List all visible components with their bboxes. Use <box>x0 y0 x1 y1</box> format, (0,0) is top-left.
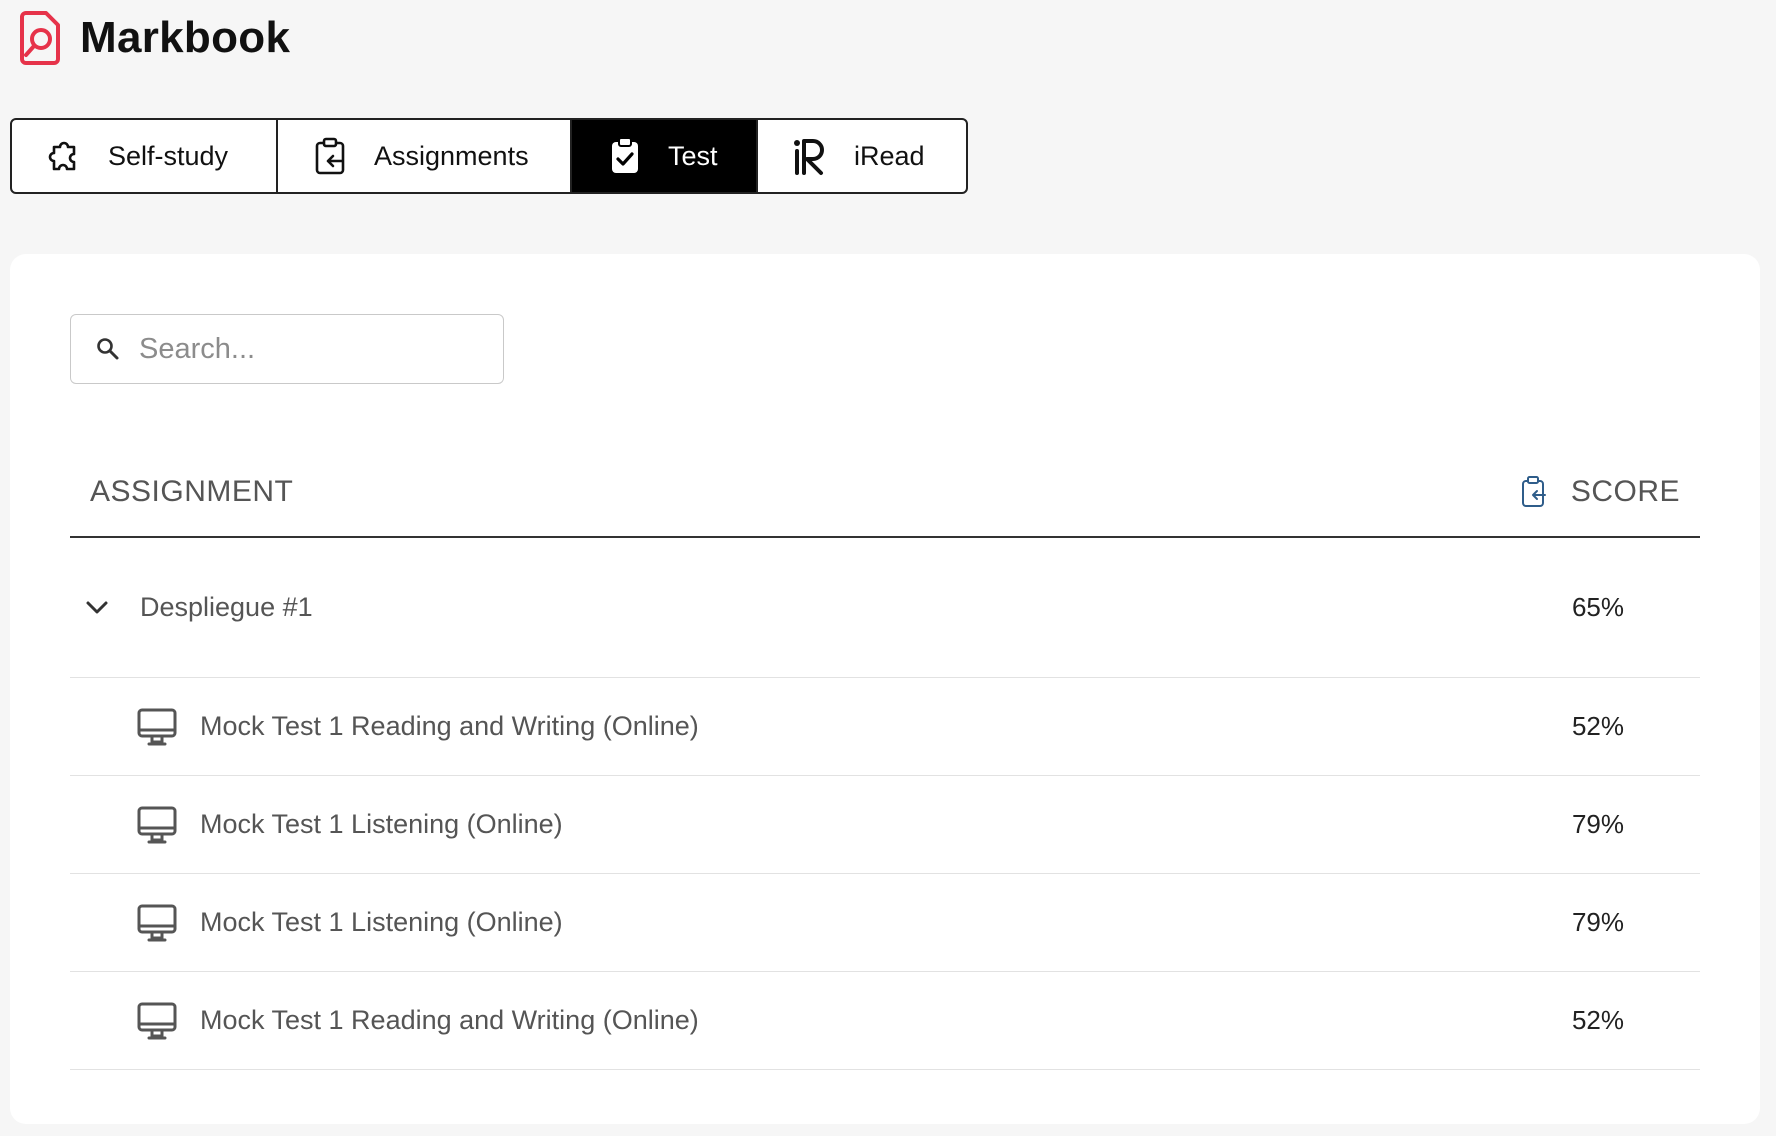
monitor-icon <box>137 904 177 941</box>
table-row[interactable]: Mock Test 1 Listening (Online) 79% <box>70 874 1700 972</box>
clipboard-check-icon <box>612 137 638 173</box>
tab-assignments[interactable]: Assignments <box>278 120 572 192</box>
tab-self-study[interactable]: Self-study <box>12 120 278 192</box>
assignment-score: 52% <box>1571 1005 1624 1035</box>
results-table: ASSIGNMENT SCORE Despliegue #1 65% Mock … <box>70 448 1700 1070</box>
tab-iread[interactable]: iRead <box>758 120 966 192</box>
table-row[interactable]: Mock Test 1 Listening (Online) 79% <box>70 776 1700 874</box>
monitor-icon <box>137 806 177 843</box>
table-row[interactable]: Mock Test 1 Reading and Writing (Online)… <box>70 678 1700 776</box>
table-header: ASSIGNMENT SCORE <box>70 448 1700 538</box>
assignment-score: 79% <box>1571 907 1624 937</box>
group-score: 65% <box>1571 592 1624 622</box>
group-row[interactable]: Despliegue #1 65% <box>70 538 1700 678</box>
search-input[interactable] <box>139 332 479 366</box>
markbook-panel: ASSIGNMENT SCORE Despliegue #1 65% <box>10 254 1760 1124</box>
tab-label: iRead <box>854 140 925 171</box>
assignment-name: Mock Test 1 Listening (Online) <box>200 907 563 937</box>
section-tabs: Self-study Assignments Test iRead <box>10 118 968 194</box>
tab-label: Self-study <box>108 140 229 171</box>
app-title: Markbook <box>80 13 291 62</box>
search-icon <box>97 338 119 360</box>
table-row[interactable]: Mock Test 1 Reading and Writing (Online)… <box>70 972 1700 1070</box>
tab-test[interactable]: Test <box>572 120 758 192</box>
tab-label: Assignments <box>374 140 529 171</box>
markbook-logo-icon <box>20 11 60 65</box>
puzzle-icon <box>48 141 76 171</box>
iread-logo-icon <box>794 139 824 175</box>
assignment-name: Mock Test 1 Listening (Online) <box>200 809 563 839</box>
app-header: Markbook <box>18 8 290 68</box>
column-header-score: SCORE <box>1570 475 1680 508</box>
assignment-score: 79% <box>1571 809 1624 839</box>
column-header-assignment: ASSIGNMENT <box>90 475 294 508</box>
clipboard-arrow-icon <box>315 137 345 175</box>
assignment-name: Mock Test 1 Reading and Writing (Online) <box>200 1005 699 1035</box>
chevron-down-icon[interactable] <box>82 593 112 623</box>
assignment-score: 52% <box>1571 711 1624 741</box>
monitor-icon <box>137 1002 177 1039</box>
search-box[interactable] <box>70 314 504 384</box>
column-header-score-group: SCORE <box>1519 475 1700 509</box>
clipboard-arrow-icon[interactable] <box>1519 475 1549 509</box>
group-name: Despliegue #1 <box>140 592 313 622</box>
assignment-name: Mock Test 1 Reading and Writing (Online) <box>200 711 699 741</box>
tab-label: Test <box>668 140 718 171</box>
monitor-icon <box>137 708 177 745</box>
